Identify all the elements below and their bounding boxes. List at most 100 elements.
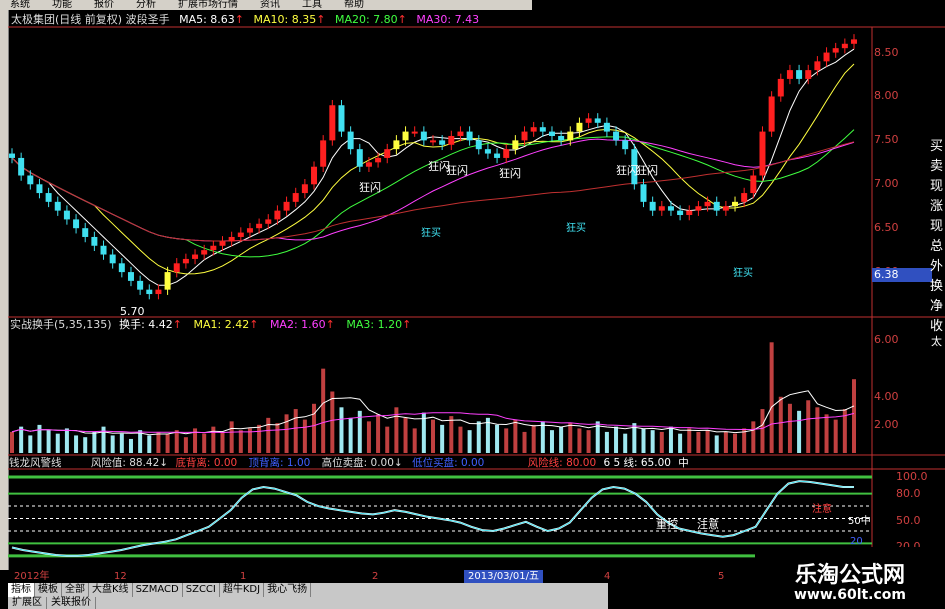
indicator-tab[interactable]: 超牛KDJ	[220, 583, 265, 597]
candle-body	[512, 140, 519, 150]
candle-body	[137, 280, 144, 290]
turnover-bar	[55, 433, 60, 453]
candle-body	[73, 219, 80, 229]
turnover-bar	[549, 430, 554, 453]
candle-body	[36, 184, 43, 194]
stock-chart[interactable]	[8, 0, 945, 583]
up-arrow-icon: ↑	[316, 13, 326, 26]
indicator-tab[interactable]: 指标	[8, 583, 35, 597]
candle-body	[146, 289, 153, 295]
risk-note: 注意	[812, 504, 832, 515]
indicator-tab[interactable]: SZMACD	[133, 583, 183, 597]
indicator-tab[interactable]: 大盘K线	[89, 583, 133, 597]
turnover-bar	[559, 426, 564, 453]
risk-header: 钱龙风警线 风险值: 88.42↓ 底背离: 0.00 顶背离: 1.00 高位…	[9, 457, 689, 469]
indicator-tab[interactable]: 全部	[62, 583, 89, 597]
turnover-title: 实战换手(5,35,135)	[10, 318, 112, 331]
turnover-bar	[147, 435, 152, 453]
bottom-divergence: 底背离: 0.00	[175, 457, 238, 469]
turnover-bar	[513, 419, 518, 453]
risk-side-label: 50中	[848, 516, 871, 527]
turnover-bar	[174, 430, 179, 453]
right-label: 买	[930, 139, 944, 154]
candle-body	[329, 105, 336, 141]
risk-line	[11, 480, 854, 557]
right-info-column: 买卖现涨现总外换净收	[872, 135, 945, 525]
candle-body	[796, 70, 803, 79]
turnover-bar	[495, 424, 500, 453]
risk-line-label: 风险线: 80.00	[527, 457, 597, 469]
candle-body	[347, 131, 354, 150]
candle-body	[237, 232, 244, 237]
turnover-bar	[522, 431, 527, 453]
turnover-bar	[385, 426, 390, 453]
turnover-bar	[586, 430, 591, 453]
turnover-bar	[623, 433, 628, 453]
candle-body	[265, 219, 272, 224]
turnover-bar	[220, 431, 225, 453]
right-label: 换	[930, 279, 944, 294]
extension-tab[interactable]: 关联报价	[47, 597, 96, 609]
turnover-bar	[165, 433, 170, 453]
watermark-url: www.60lt.com	[793, 587, 907, 603]
candle-body	[9, 153, 15, 158]
buy-label: 狂买	[733, 268, 753, 279]
candle-body	[741, 193, 748, 202]
signal-label: 狂闪	[446, 164, 468, 177]
turnover-bar	[787, 403, 792, 453]
right-label: 净	[930, 299, 944, 314]
risk-side-label: 20	[850, 536, 863, 547]
price-tick: 8.00	[874, 89, 899, 103]
candle-body	[777, 78, 784, 97]
candle-body	[283, 201, 290, 211]
candle-body	[475, 140, 482, 150]
turnover-bar	[705, 430, 710, 453]
candle-body	[182, 258, 189, 264]
candle-body	[548, 131, 555, 136]
turnover-bar	[568, 423, 573, 453]
candle-body	[393, 140, 400, 150]
turnover-bar	[10, 431, 14, 453]
turnover-bar	[687, 428, 692, 453]
turnover-bar	[330, 391, 335, 453]
candle-body	[100, 245, 107, 255]
right-label: 涨	[930, 199, 944, 214]
indicator-tab[interactable]: 我心飞扬	[264, 583, 312, 597]
turnover-bar	[119, 433, 124, 453]
turnover-bar	[467, 430, 472, 453]
turnover-bar	[797, 410, 802, 453]
candle-body	[722, 206, 729, 211]
turnover-bar	[604, 431, 609, 453]
turnover-bar	[641, 428, 646, 453]
extension-tab[interactable]: 扩展区	[8, 597, 47, 609]
candle-body	[603, 122, 610, 132]
candle-body	[173, 263, 180, 273]
buy-label: 狂买	[566, 223, 586, 234]
top-divergence: 顶背离: 1.00	[248, 457, 311, 469]
month-tick: 1	[240, 571, 247, 582]
candle-body	[18, 157, 25, 176]
indicator-tab[interactable]: 模板	[35, 583, 62, 597]
turnover-bar	[28, 435, 33, 453]
turnover-bar	[293, 409, 298, 453]
date-axis: 2012年 12 1 2 2013/03/01/五 4 5	[8, 570, 758, 583]
turnover-bar	[650, 430, 655, 453]
ma20-label: MA20: 7.80	[334, 13, 398, 26]
watermark: 乐淘公式网 www.60lt.com	[755, 547, 945, 609]
turnover-bar	[74, 435, 79, 453]
candle-body	[457, 131, 464, 136]
low-price-label: 5.70	[120, 305, 145, 318]
indicator-tab[interactable]: SZCCI	[183, 583, 220, 597]
right-label: 总	[930, 239, 944, 254]
turnover-bar	[696, 431, 701, 453]
candle-body	[750, 175, 757, 194]
turnover-bar	[202, 433, 207, 453]
candle-body	[109, 254, 116, 264]
candle-body	[219, 241, 226, 246]
up-arrow-icon: ↑	[397, 13, 407, 26]
candle-body	[246, 228, 253, 233]
indicator-tabs: 指标 模板 全部 大盘K线 SZMACD SZCCI 超牛KDJ 我心飞扬	[8, 583, 608, 597]
candle-body	[622, 140, 629, 150]
candle-body	[594, 118, 601, 123]
turnover-bar	[504, 428, 509, 453]
